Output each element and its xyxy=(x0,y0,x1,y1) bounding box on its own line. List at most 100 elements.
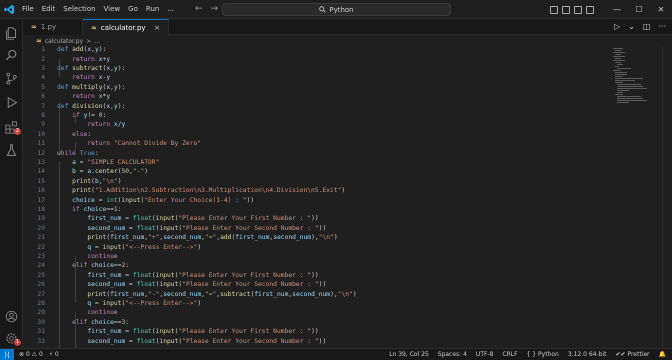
source-control-icon[interactable] xyxy=(5,70,18,85)
search-icon[interactable] xyxy=(5,47,18,61)
vscode-logo-icon xyxy=(0,0,18,19)
nav-arrows: ← → xyxy=(195,0,218,19)
status-bar: ⟩⟨ ⊗ 0 ⚠ 0 ⚡ 0 Ln 39, Col 25 Spaces: 4 U… xyxy=(0,348,672,360)
menu-edit[interactable]: Edit xyxy=(38,0,60,19)
line-number: 19 xyxy=(37,215,45,223)
breadcrumb-symbol[interactable]: ... xyxy=(94,38,100,45)
run-dropdown-icon[interactable]: ⌄ xyxy=(628,19,635,35)
line-number: 10 xyxy=(37,130,45,138)
code-line-29: 29 continue xyxy=(23,308,117,317)
minimize-icon[interactable]: — xyxy=(606,0,628,19)
search-icon xyxy=(319,6,326,13)
line-number: 12 xyxy=(37,149,45,157)
line-number: 27 xyxy=(37,290,45,298)
code-line-5: 5 def multiply(x,y): xyxy=(23,83,125,92)
extensions-icon[interactable]: 2 xyxy=(5,119,21,135)
explorer-icon[interactable] xyxy=(5,25,18,40)
code-line-12: 12 while True: xyxy=(23,148,98,157)
more-actions-icon[interactable]: ··· xyxy=(658,19,666,35)
line-number: 6 xyxy=(41,93,45,101)
menu-file[interactable]: File xyxy=(18,0,38,19)
activity-bar: 2 1 xyxy=(0,19,23,348)
python-interpreter[interactable]: 3.12.0 64-bit xyxy=(568,351,607,358)
command-center-search[interactable]: Python xyxy=(222,3,451,16)
maximize-icon[interactable]: ☐ xyxy=(628,0,650,19)
toggle-secondary-sidebar-icon[interactable] xyxy=(574,5,582,14)
account-icon[interactable] xyxy=(5,308,18,323)
ports-count: 0 xyxy=(54,351,59,358)
code-line-27: 27 print(first_num,"-",second_num,"=",su… xyxy=(23,289,356,298)
line-number: 4 xyxy=(41,74,45,82)
code-line-11: 11 return "Cannot Divide By Zero" xyxy=(23,139,201,148)
problems-indicator[interactable]: ⊗ 0 ⚠ 0 xyxy=(19,351,43,358)
close-tab-icon[interactable]: × xyxy=(154,24,160,32)
line-number: 22 xyxy=(37,243,45,251)
code-line-23: 23 continue xyxy=(23,252,117,261)
code-line-8: 8 if y!= 0: xyxy=(23,111,106,120)
code-line-26: 26 second_num = float(input("Please Ente… xyxy=(23,280,326,289)
code-line-14: 14 b = a.center(50,"-") xyxy=(23,167,148,176)
line-number: 7 xyxy=(41,102,45,110)
prettier-status[interactable]: ✔✔ Prettier xyxy=(615,351,649,358)
run-python-file-icon[interactable]: ▷ xyxy=(614,19,620,35)
cursor-position[interactable]: Ln 39, Col 25 xyxy=(389,351,429,358)
menu-run[interactable]: Run xyxy=(142,0,163,19)
code-line-25: 25 first_num = float(input("Please Enter… xyxy=(23,271,318,280)
toggle-panel-icon[interactable] xyxy=(562,5,570,14)
customize-layout-icon[interactable] xyxy=(586,5,594,14)
indentation[interactable]: Spaces: 4 xyxy=(438,351,467,358)
code-line-28: 28 q = input("<--Press Enter-->") xyxy=(23,299,201,308)
python-file-icon: ≈ xyxy=(31,23,37,31)
line-number: 8 xyxy=(41,111,45,119)
breadcrumb-file[interactable]: calculator.py xyxy=(45,38,83,45)
code-line-4: 4 return x-y xyxy=(23,73,110,82)
split-editor-icon[interactable]: ◫ xyxy=(643,19,651,35)
forward-arrow-icon[interactable]: → xyxy=(211,0,219,19)
notifications-bell-icon[interactable]: 🔔 xyxy=(659,351,666,358)
code-line-2: 2 return x+y xyxy=(23,54,110,63)
breadcrumb: ≈ calculator.py > ... xyxy=(36,36,100,46)
toggle-primary-sidebar-icon[interactable] xyxy=(550,5,558,14)
menu-selection[interactable]: Selection xyxy=(59,0,99,19)
vertical-scrollbar[interactable] xyxy=(662,46,672,348)
language-mode[interactable]: { } Python xyxy=(527,351,559,358)
code-line-19: 19 first_num = float(input("Please Enter… xyxy=(23,214,318,223)
line-number: 24 xyxy=(37,262,45,270)
line-number: 21 xyxy=(37,234,45,242)
line-number: 18 xyxy=(37,205,45,213)
code-line-6: 6 return x*y xyxy=(23,92,110,101)
code-line-13: 13 a = "SIMPLE CALCULATOR" xyxy=(23,158,159,167)
run-debug-icon[interactable] xyxy=(5,94,18,109)
menu-view[interactable]: View xyxy=(100,0,125,19)
manage-gear-icon[interactable]: 1 xyxy=(5,330,21,346)
python-file-icon: ≈ xyxy=(36,37,42,45)
line-number: 13 xyxy=(37,158,45,166)
code-line-31: 31 first_num = float(input("Please Enter… xyxy=(23,327,318,336)
menu-go[interactable]: Go xyxy=(124,0,142,19)
encoding[interactable]: UTF-8 xyxy=(476,351,494,358)
back-arrow-icon[interactable]: ← xyxy=(195,0,203,19)
minimap[interactable] xyxy=(611,46,661,348)
tab-1-py[interactable]: ≈ 1.py xyxy=(23,19,83,35)
close-window-icon[interactable]: ✕ xyxy=(650,0,672,19)
code-line-15: 15 print(b,"\n") xyxy=(23,177,121,186)
line-number: 28 xyxy=(37,299,45,307)
code-line-7: 7 def division(x,y): xyxy=(23,101,125,110)
menu-bar: File Edit Selection View Go Run ... xyxy=(18,0,178,19)
extensions-badge: 2 xyxy=(14,128,21,135)
line-number: 16 xyxy=(37,187,45,195)
line-number: 1 xyxy=(41,46,45,54)
end-of-line[interactable]: CRLF xyxy=(502,351,517,358)
ports-indicator[interactable]: ⚡ 0 xyxy=(49,351,59,358)
language-label: Python xyxy=(538,351,559,358)
remote-indicator-icon[interactable]: ⟩⟨ xyxy=(0,348,14,360)
code-editor[interactable]: 1 def add(x,y): 2 return x+y 3 def subtrac… xyxy=(23,46,611,348)
tab-calculator-py[interactable]: ≈ calculator.py × xyxy=(83,19,169,35)
menu-more[interactable]: ... xyxy=(163,0,178,19)
code-line-1: 1 def add(x,y): xyxy=(23,46,106,54)
code-line-9: 9 return x/y xyxy=(23,120,125,129)
testing-icon[interactable] xyxy=(5,142,18,156)
code-line-10: 10 else: xyxy=(23,130,91,139)
code-line-18: 18 if choice==1: xyxy=(23,205,121,214)
prettier-label: Prettier xyxy=(627,351,650,358)
